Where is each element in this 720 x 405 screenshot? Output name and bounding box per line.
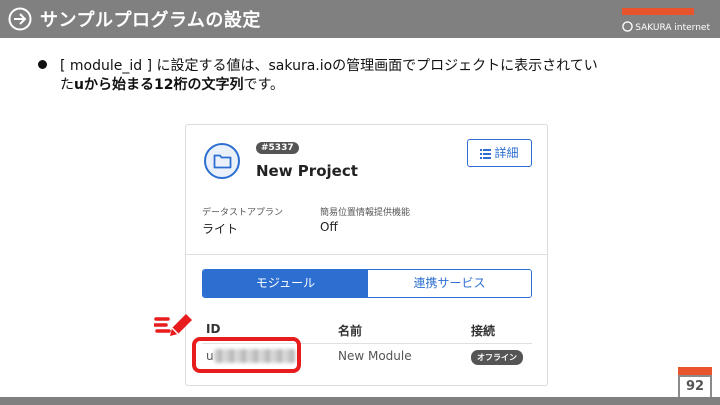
bullet-line-2-suffix: です。	[243, 77, 285, 93]
project-icon	[204, 143, 240, 179]
logo-text: SAKURA internet	[635, 23, 710, 33]
bullet-dot	[38, 60, 47, 69]
bullet-line-2: たuから始まる12桁の文字列です。	[60, 74, 284, 94]
project-id-badge: #5337	[256, 142, 299, 154]
bullet-line-2-prefix: た	[60, 77, 74, 93]
folder-icon	[213, 154, 232, 169]
page-number-accent	[678, 367, 712, 375]
status-badge: オフライン	[471, 350, 523, 365]
list-icon	[480, 149, 492, 159]
sakura-logo: SAKURA internet	[610, 8, 710, 34]
module-id-highlight	[192, 337, 301, 373]
tab-services[interactable]: 連携サービス	[368, 270, 531, 297]
data-plan-value: ライト	[202, 222, 239, 236]
tab-bar: モジュール 連携サービス	[202, 269, 532, 298]
bullet-line-1: [ module_id ] に設定する値は、sakura.ioの管理画面でプロジ…	[60, 58, 598, 74]
title-bar: サンプルプログラムの設定 SAKURA internet	[0, 0, 720, 38]
column-header-connection: 接続	[471, 324, 496, 338]
data-plan-label: データストアプラン	[202, 208, 284, 218]
footer-bar	[0, 397, 720, 405]
logo-accent-bar	[622, 8, 694, 15]
tab-modules[interactable]: モジュール	[203, 270, 368, 297]
arrow-right-icon	[8, 7, 32, 31]
sakura-mark-icon	[622, 21, 633, 32]
column-header-name: 名前	[338, 324, 363, 338]
slide-title: サンプルプログラムの設定	[40, 10, 261, 31]
bullet-emphasis: uから始まる12桁の文字列	[74, 77, 244, 93]
location-value: Off	[320, 220, 338, 234]
project-name[interactable]: New Project	[256, 162, 358, 180]
page-number: 92	[678, 375, 712, 397]
edit-icon	[154, 314, 192, 336]
project-header: #5337 New Project 詳細 データストアプラン ライト 簡易位置情…	[186, 125, 547, 255]
column-header-id: ID	[206, 322, 221, 336]
module-name[interactable]: New Module	[338, 349, 412, 363]
detail-button-label: 詳細	[494, 146, 519, 160]
detail-button[interactable]: 詳細	[467, 139, 532, 167]
location-label: 簡易位置情報提供機能	[320, 208, 411, 218]
